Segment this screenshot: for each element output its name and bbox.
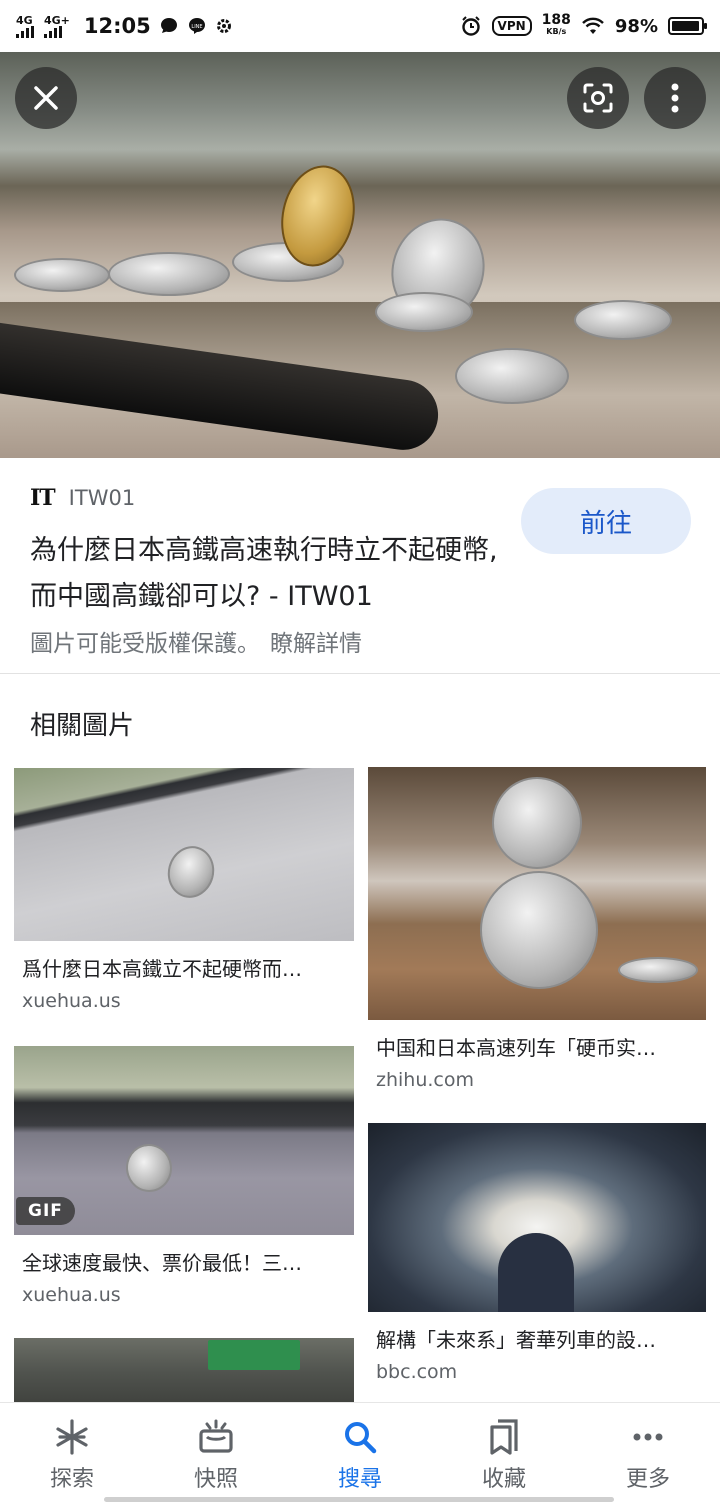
main-image[interactable] (0, 52, 720, 458)
site-logo: IT (30, 485, 56, 511)
result-title[interactable]: 為什麼日本高鐵高速執行時立不起硬幣, 而中國高鐵卻可以? - ITW01 (30, 528, 500, 620)
signal-4g-plus-icon: 4G+ (44, 15, 70, 38)
nav-collections[interactable]: 收藏 (454, 1417, 554, 1504)
more-options-button[interactable] (644, 67, 706, 129)
vpn-badge: VPN (491, 16, 532, 36)
image-coin (480, 871, 598, 989)
status-time: 12:05 (83, 14, 151, 38)
related-images-heading: 相關圖片 (30, 711, 135, 741)
collections-icon (490, 1419, 518, 1455)
related-domain: xuehua.us (22, 1284, 121, 1306)
nav-label: 探索 (49, 1467, 94, 1492)
related-caption: 全球速度最快、票价最低！三… (22, 1251, 302, 1275)
bottom-nav: 探索 快照 搜尋 收藏 更多 (0, 1402, 720, 1504)
image-coin (375, 292, 473, 332)
site-name: ITW01 (68, 486, 136, 510)
line-app-icon: LINE (188, 18, 205, 34)
settings-gear-icon (216, 19, 231, 33)
related-image-card[interactable]: 爲什麼日本高鐵立不起硬幣而… xuehua.us (14, 768, 354, 1012)
image-coin (14, 258, 110, 292)
more-horiz-icon (633, 1433, 663, 1441)
image-coin (492, 777, 582, 869)
google-image-viewer: 4G 4G+ 12:05 LINE VPN 188 KB/s 98% IT IT… (0, 0, 720, 1504)
related-domain: zhihu.com (376, 1069, 474, 1091)
image-driver (498, 1233, 574, 1312)
snapshot-icon (199, 1419, 233, 1453)
nav-label: 搜尋 (337, 1467, 382, 1492)
copyright-text: 圖片可能受版權保護。 (30, 631, 260, 657)
chat-bubble-icon (160, 18, 177, 33)
nav-label: 更多 (625, 1467, 670, 1492)
svg-text:LINE: LINE (191, 24, 202, 30)
status-bar: 4G 4G+ 12:05 LINE VPN 188 KB/s 98% (0, 0, 720, 52)
related-thumbnail: GIF (14, 1046, 354, 1235)
related-thumbnail (14, 1338, 354, 1408)
related-thumbnail (368, 767, 706, 1020)
close-icon (34, 86, 58, 110)
nav-discover[interactable]: 探索 (22, 1417, 122, 1504)
related-caption: 爲什麼日本高鐵立不起硬幣而… (22, 957, 302, 981)
wifi-icon (582, 17, 604, 34)
close-button[interactable] (15, 67, 77, 129)
related-image-card[interactable]: 解構「未來系」奢華列車的設… bbc.com (368, 1123, 706, 1383)
related-thumbnail (14, 768, 354, 941)
nav-label: 收藏 (481, 1467, 526, 1492)
related-image-card[interactable]: GIF 全球速度最快、票价最低！三… xuehua.us (14, 1046, 354, 1306)
signal-4g-icon: 4G (16, 15, 34, 38)
image-exit-sign (208, 1340, 300, 1370)
nav-snapshot[interactable]: 快照 (166, 1417, 266, 1504)
related-thumbnail (368, 1123, 706, 1312)
network-speed: 188 KB/s (541, 12, 571, 36)
image-coin (108, 252, 230, 296)
related-caption: 解構「未來系」奢華列車的設… (376, 1328, 656, 1352)
battery-percent: 98% (614, 15, 658, 37)
gif-badge: GIF (16, 1197, 75, 1225)
image-coin (122, 1141, 176, 1195)
related-caption: 中国和日本高速列车「硬币实… (376, 1036, 656, 1060)
asterisk-icon (56, 1419, 88, 1455)
learn-more-link[interactable]: 瞭解詳情 (270, 624, 362, 658)
related-image-card[interactable] (14, 1338, 354, 1408)
image-coin (455, 348, 569, 404)
lens-icon (583, 83, 613, 113)
nav-label: 快照 (193, 1467, 238, 1492)
source-site[interactable]: IT ITW01 (30, 485, 135, 511)
image-coin (618, 957, 698, 983)
visit-button[interactable]: 前往 (521, 488, 691, 554)
more-vert-icon (671, 83, 679, 113)
related-image-card[interactable]: 中国和日本高速列车「硬币实… zhihu.com (368, 767, 706, 1091)
related-domain: bbc.com (376, 1361, 458, 1383)
divider (0, 673, 720, 674)
image-coin (162, 840, 220, 904)
alarm-icon (461, 16, 480, 36)
nav-search[interactable]: 搜尋 (310, 1417, 410, 1504)
lens-button[interactable] (567, 67, 629, 129)
copyright-notice: 圖片可能受版權保護。 瞭解詳情 (30, 624, 362, 658)
home-indicator[interactable] (104, 1497, 614, 1502)
battery-icon (668, 17, 707, 35)
nav-more[interactable]: 更多 (598, 1417, 698, 1504)
related-domain: xuehua.us (22, 990, 121, 1012)
search-icon (345, 1422, 377, 1454)
image-coin (574, 300, 672, 340)
